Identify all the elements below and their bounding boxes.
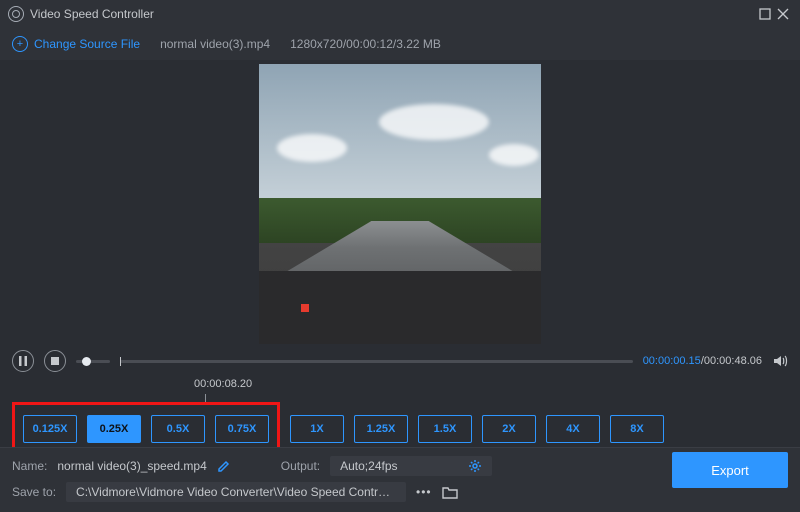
change-source-label: Change Source File xyxy=(34,37,140,51)
speed-0_25X[interactable]: 0.25X xyxy=(87,415,141,443)
source-toolbar: + Change Source File normal video(3).mp4… xyxy=(0,28,800,60)
speed-0_5X[interactable]: 0.5X xyxy=(151,415,205,443)
edit-name-icon[interactable] xyxy=(217,459,231,473)
titlebar: Video Speed Controller xyxy=(0,0,800,28)
plus-circle-icon: + xyxy=(12,36,28,52)
output-format-dropdown[interactable]: Auto;24fps xyxy=(330,456,491,476)
save-to-label: Save to: xyxy=(12,485,56,499)
change-source-button[interactable]: + Change Source File xyxy=(12,36,140,52)
speed-1_25X[interactable]: 1.25X xyxy=(354,415,408,443)
tick-time-label: 00:00:08.20 xyxy=(0,372,800,390)
speed-4X[interactable]: 4X xyxy=(546,415,600,443)
timeline-scrubber[interactable] xyxy=(120,360,633,363)
speed-1X[interactable]: 1X xyxy=(290,415,344,443)
window-title: Video Speed Controller xyxy=(30,7,154,21)
output-format-value: Auto;24fps xyxy=(340,459,397,473)
export-button[interactable]: Export xyxy=(672,452,788,488)
speed-0_125X[interactable]: 0.125X xyxy=(23,415,77,443)
speed-0_75X[interactable]: 0.75X xyxy=(215,415,269,443)
speaker-icon[interactable] xyxy=(772,353,788,369)
close-icon[interactable] xyxy=(774,5,792,23)
name-label: Name: xyxy=(12,459,47,473)
browse-path-button[interactable]: ••• xyxy=(416,485,432,499)
red-marker xyxy=(301,304,309,312)
source-info: 1280x720/00:00:12/3.22 MB xyxy=(290,37,441,51)
volume-control[interactable] xyxy=(76,360,110,363)
video-stage xyxy=(0,60,800,344)
pause-button[interactable] xyxy=(12,350,34,372)
output-filename: normal video(3)_speed.mp4 xyxy=(57,459,206,473)
stop-button[interactable] xyxy=(44,350,66,372)
output-label: Output: xyxy=(281,459,320,473)
speed-2X[interactable]: 2X xyxy=(482,415,536,443)
speed-1_5X[interactable]: 1.5X xyxy=(418,415,472,443)
time-display: 00:00:00.15/00:00:48.06 xyxy=(643,355,762,367)
total-time: 00:00:48.06 xyxy=(704,355,762,367)
source-filename: normal video(3).mp4 xyxy=(160,37,270,51)
save-path-field[interactable]: C:\Vidmore\Vidmore Video Converter\Video… xyxy=(66,482,406,502)
gear-icon[interactable] xyxy=(468,459,482,473)
player-controls: 00:00:00.15/00:00:48.06 xyxy=(0,344,800,372)
speed-8X[interactable]: 8X xyxy=(610,415,664,443)
open-folder-icon[interactable] xyxy=(442,485,458,499)
video-preview[interactable] xyxy=(259,64,541,344)
app-logo-icon xyxy=(8,6,24,22)
footer: Name: normal video(3)_speed.mp4 Output: … xyxy=(0,447,800,512)
save-path-value: C:\Vidmore\Vidmore Video Converter\Video… xyxy=(76,485,396,499)
current-time: 00:00:00.15 xyxy=(643,355,701,367)
minimize-icon[interactable] xyxy=(756,5,774,23)
